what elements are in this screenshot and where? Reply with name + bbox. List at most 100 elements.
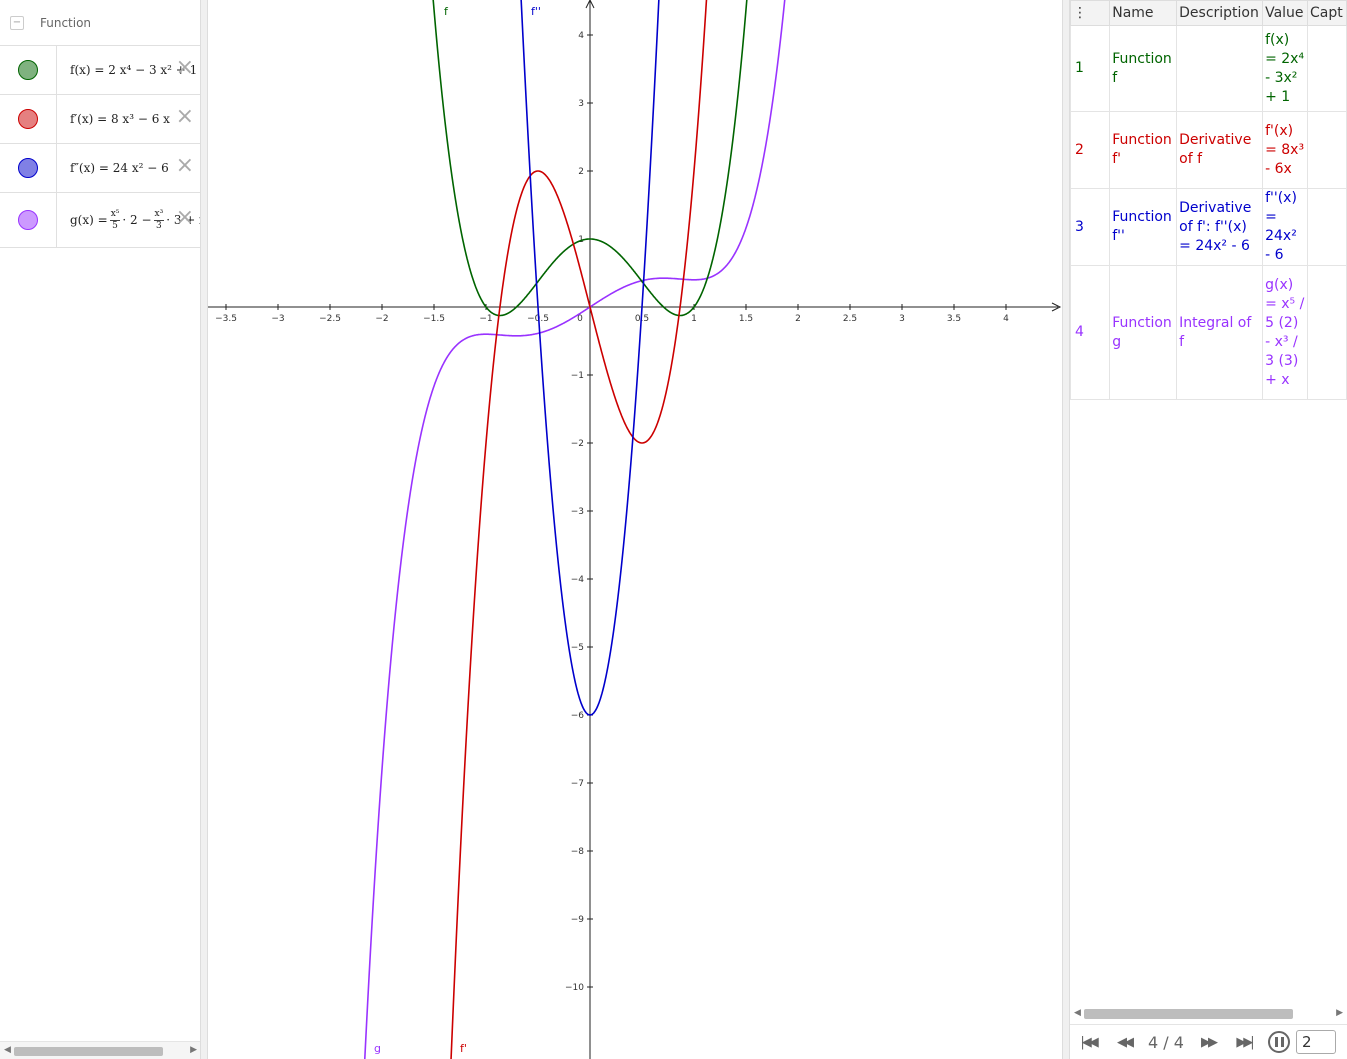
x-tick-label: −2 <box>375 314 388 324</box>
column-header-value[interactable]: Value <box>1262 0 1309 26</box>
x-tick-label: 3.5 <box>947 314 961 324</box>
column-menu-icon[interactable]: ⋮ <box>1070 0 1111 26</box>
marble-cell <box>0 46 57 94</box>
column-header-description[interactable]: Description <box>1176 0 1264 26</box>
pause-icon[interactable] <box>1268 1031 1290 1053</box>
protocol-row[interactable]: 1 Function f f(x) = 2x⁴ - 3x² + 1 <box>1070 25 1347 112</box>
y-tick-label: 3 <box>578 99 584 109</box>
algebra-item-f-prime[interactable]: f′(x) = 8 x³ − 6 x × <box>0 95 200 144</box>
formula-g-prefix: g(x) = <box>70 213 108 227</box>
graphics-view[interactable]: −3.5 −3 −2.5 −2 −1.5 −1 −0.5 0 0.5 1 1.5 2 2.5 3 3.5 4 4… <box>208 0 1062 1059</box>
algebra-group-header[interactable]: − Function <box>0 0 200 46</box>
delete-icon[interactable]: × <box>176 206 194 229</box>
protocol-navigation-bar: |◀◀ ◀◀ 4 / 4 ▶▶ ▶▶| 2 <box>1070 1024 1347 1059</box>
collapse-icon[interactable]: − <box>10 15 24 30</box>
y-tick-label: −9 <box>571 915 585 925</box>
row-caption <box>1307 111 1347 189</box>
row-name: Function g <box>1109 265 1178 400</box>
protocol-row[interactable]: 2 Function f' Derivative of f f'(x) = 8x… <box>1070 111 1347 189</box>
algebra-item-g[interactable]: g(x) = x⁵5 · 2 − x³3 · 3 + x × <box>0 193 200 248</box>
algebra-item-f[interactable]: f(x) = 2 x⁴ − 3 x² + 1 × <box>0 46 200 95</box>
x-tick-label: −2.5 <box>319 314 341 324</box>
curve-label-f2: f'' <box>531 5 541 18</box>
column-header-caption[interactable]: Capt <box>1307 0 1347 26</box>
row-number: 4 <box>1070 265 1111 400</box>
fraction-denominator: 5 <box>112 220 118 231</box>
curve-label-f: f <box>444 5 449 18</box>
y-tick-label: −5 <box>571 643 584 653</box>
algebra-horizontal-scrollbar[interactable]: ◀ ▶ <box>0 1041 200 1059</box>
protocol-horizontal-scrollbar[interactable]: ◀ ▶ <box>1070 1005 1347 1023</box>
column-header-name[interactable]: Name <box>1109 0 1178 26</box>
speed-input[interactable]: 2 <box>1296 1030 1336 1054</box>
x-tick-label: 2 <box>795 314 801 324</box>
row-name: Function f <box>1109 25 1178 112</box>
delete-icon[interactable]: × <box>176 56 194 79</box>
visibility-toggle-f-double-prime[interactable] <box>18 158 38 178</box>
row-name: Function f'' <box>1109 188 1178 266</box>
row-caption <box>1307 188 1347 266</box>
protocol-row[interactable]: 3 Function f'' Derivative of f': f''(x) … <box>1070 188 1347 266</box>
panel-splitter[interactable] <box>201 0 208 1059</box>
scroll-left-icon[interactable]: ◀ <box>1074 1008 1081 1018</box>
scroll-right-icon[interactable]: ▶ <box>190 1045 197 1055</box>
scrollbar-thumb[interactable] <box>1084 1009 1293 1019</box>
visibility-toggle-g[interactable] <box>18 210 38 230</box>
x-tick-label: 3 <box>899 314 905 324</box>
fraction-numerator: x⁵ <box>109 209 121 221</box>
previous-step-icon[interactable]: ◀◀ <box>1106 1035 1142 1050</box>
curve-label-g: g <box>374 1042 381 1055</box>
row-description: Derivative of f <box>1176 111 1264 189</box>
row-name: Function f' <box>1109 111 1178 189</box>
visibility-toggle-f[interactable] <box>18 60 38 80</box>
x-tick-label: −3 <box>271 314 284 324</box>
next-step-icon[interactable]: ▶▶ <box>1190 1035 1226 1050</box>
protocol-row[interactable]: 4 Function g Integral of f g(x) = x⁵ / 5… <box>1070 265 1347 400</box>
x-tick-label: 2.5 <box>843 314 857 324</box>
y-tick-label: 4 <box>578 31 584 41</box>
row-value: f'(x) = 8x³ - 6x <box>1262 111 1309 189</box>
protocol-header-row: ⋮ Name Description Value Capt <box>1070 0 1347 26</box>
row-description <box>1176 25 1264 112</box>
scrollbar-thumb[interactable] <box>14 1047 163 1056</box>
row-value-text: f(x) = 2x⁴ - 3x² + 1 <box>1265 31 1305 105</box>
visibility-toggle-f-prime[interactable] <box>18 109 38 129</box>
y-tick-label: −3 <box>571 507 584 517</box>
fraction-numerator: x³ <box>153 209 165 221</box>
scroll-left-icon[interactable]: ◀ <box>4 1045 11 1055</box>
step-counter: 4 / 4 <box>1148 1032 1184 1052</box>
algebra-item-f-double-prime[interactable]: f″(x) = 24 x² − 6 × <box>0 144 200 193</box>
first-step-icon[interactable]: |◀◀ <box>1070 1035 1106 1050</box>
y-tick-label: −2 <box>571 439 584 449</box>
function-plot[interactable]: −3.5 −3 −2.5 −2 −1.5 −1 −0.5 0 0.5 1 1.5 2 2.5 3 3.5 44… <box>208 0 1062 1059</box>
row-value: f''(x) = 24x² - 6 <box>1262 188 1309 266</box>
row-number: 1 <box>1070 25 1111 112</box>
y-tick-label: −1 <box>571 371 584 381</box>
marble-cell <box>0 95 57 143</box>
row-description: Derivative of f': f''(x) = 24x² - 6 <box>1176 188 1264 266</box>
y-tick-label: −4 <box>571 575 585 585</box>
row-number: 2 <box>1070 111 1111 189</box>
y-tick-label: −6 <box>571 711 585 721</box>
algebra-group-label: Function <box>40 15 92 30</box>
fraction: x⁵ 5 <box>109 209 121 231</box>
delete-icon[interactable]: × <box>176 105 194 128</box>
marble-cell <box>0 144 57 192</box>
x-tick-label: −3.5 <box>215 314 237 324</box>
row-caption <box>1307 265 1347 400</box>
row-description: Integral of f <box>1176 265 1264 400</box>
panel-splitter[interactable] <box>1062 0 1070 1059</box>
last-step-icon[interactable]: ▶▶| <box>1226 1035 1262 1050</box>
fraction: x³ 3 <box>153 209 165 231</box>
y-tick-label: 2 <box>578 167 584 177</box>
row-caption <box>1307 25 1347 112</box>
construction-protocol: ⋮ Name Description Value Capt 1 Function… <box>1070 0 1347 1059</box>
scroll-right-icon[interactable]: ▶ <box>1336 1008 1343 1018</box>
x-tick-label: 4 <box>1003 314 1009 324</box>
y-tick-label: −8 <box>571 847 585 857</box>
curve-f1 <box>450 0 708 1059</box>
row-number: 3 <box>1070 188 1111 266</box>
curve-g <box>363 0 786 1059</box>
x-tick-label: 1.5 <box>739 314 753 324</box>
delete-icon[interactable]: × <box>176 154 194 177</box>
